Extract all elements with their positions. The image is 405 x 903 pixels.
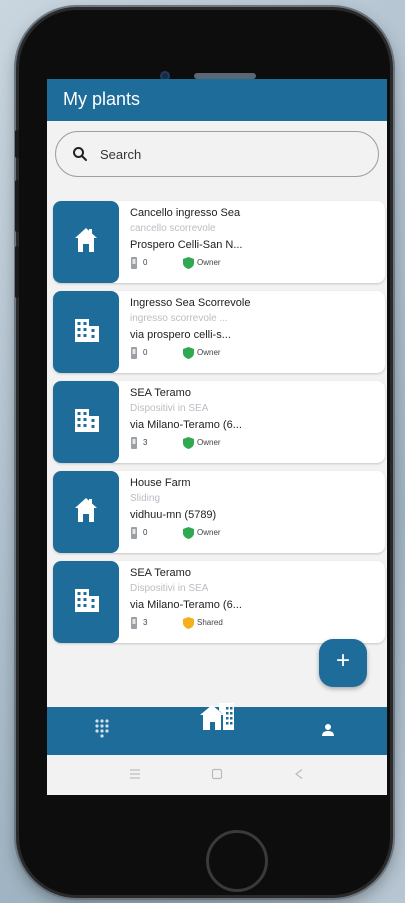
- plant-meta: 3 Owner: [130, 437, 370, 449]
- plant-description: cancello scorrevole: [130, 223, 216, 234]
- plant-meta: 0 Owner: [130, 257, 370, 269]
- plant-meta: 0 Owner: [130, 527, 370, 539]
- search-icon: [73, 147, 87, 161]
- hardware-home-button[interactable]: [206, 830, 268, 892]
- device-count: 3: [143, 618, 148, 627]
- plant-thumbnail: [53, 291, 119, 373]
- role-label: Owner: [197, 438, 221, 447]
- plant-address: Prospero Celli-San N...: [130, 239, 243, 251]
- volume-down-button: [15, 246, 19, 298]
- device-count: 3: [143, 438, 148, 447]
- bottom-navigation: [47, 703, 387, 755]
- plant-description: Dispositivi in SEA: [130, 583, 209, 594]
- plant-thumbnail: [53, 381, 119, 463]
- home-plants-icon[interactable]: [199, 701, 235, 731]
- device-count-icon: [131, 437, 137, 449]
- plant-card[interactable]: SEA Teramo Dispositivi in SEA via Milano…: [53, 561, 385, 643]
- plant-description: ingresso scorrevole ...: [130, 313, 228, 324]
- plant-name: SEA Teramo: [130, 567, 191, 579]
- device-count-icon: [131, 347, 137, 359]
- device-count-icon: [131, 527, 137, 539]
- search-placeholder: Search: [100, 147, 142, 162]
- plant-name: Cancello ingresso Sea: [130, 207, 241, 219]
- page-title: My plants: [63, 89, 141, 109]
- shield-icon: [183, 347, 194, 359]
- app-bar: My plants: [47, 79, 387, 121]
- plant-thumbnail: [53, 201, 119, 283]
- volume-up-button: [15, 180, 19, 232]
- device-count-icon: [131, 617, 137, 629]
- plant-address: via Milano-Teramo (6...: [130, 599, 242, 611]
- shared-icon: [183, 617, 194, 629]
- building-icon: [75, 589, 99, 612]
- system-navigation-bar: [47, 755, 387, 795]
- shield-icon: [183, 437, 194, 449]
- plant-name: SEA Teramo: [130, 387, 191, 399]
- role-label: Shared: [197, 618, 223, 627]
- back-icon[interactable]: [293, 768, 305, 780]
- device-count-icon: [131, 257, 137, 269]
- building-icon: [75, 409, 99, 432]
- plant-card[interactable]: Ingresso Sea Scorrevole ingresso scorrev…: [53, 291, 385, 373]
- role-label: Owner: [197, 258, 221, 267]
- device-count: 0: [143, 258, 148, 267]
- plant-card[interactable]: Cancello ingresso Sea cancello scorrevol…: [53, 201, 385, 283]
- shield-icon: [183, 257, 194, 269]
- search-input[interactable]: Search: [55, 131, 379, 177]
- house-icon: [75, 228, 97, 252]
- device-count: 0: [143, 348, 148, 357]
- plant-meta: 0 Owner: [130, 347, 370, 359]
- shield-icon: [183, 527, 194, 539]
- plant-thumbnail: [53, 561, 119, 643]
- plant-description: Sliding: [130, 493, 161, 504]
- plant-thumbnail: [53, 471, 119, 553]
- plant-meta: 3 Shared: [130, 617, 370, 629]
- role-label: Owner: [197, 528, 221, 537]
- recent-apps-icon[interactable]: [129, 768, 141, 780]
- plant-name: House Farm: [130, 477, 191, 489]
- dialpad-icon[interactable]: [95, 719, 109, 741]
- plant-name: Ingresso Sea Scorrevole: [130, 297, 251, 309]
- device-count: 0: [143, 528, 148, 537]
- building-icon: [75, 319, 99, 342]
- app-screen: My plants Search Cancello ingresso Sea c…: [47, 79, 387, 795]
- add-icon: +: [335, 647, 350, 674]
- person-icon[interactable]: [321, 723, 335, 737]
- home-square-icon[interactable]: [211, 768, 223, 780]
- add-plant-button[interactable]: +: [319, 639, 367, 687]
- plant-address: vidhuu-mn (5789): [130, 509, 217, 521]
- house-icon: [75, 498, 97, 522]
- plant-description: Dispositivi in SEA: [130, 403, 209, 414]
- role-label: Owner: [197, 348, 221, 357]
- plant-card[interactable]: SEA Teramo Dispositivi in SEA via Milano…: [53, 381, 385, 463]
- plant-address: via prospero celli-s...: [130, 329, 231, 341]
- plant-card[interactable]: House Farm Sliding vidhuu-mn (5789) 0 Ow…: [53, 471, 385, 553]
- mute-switch: [15, 130, 19, 158]
- plant-address: via Milano-Teramo (6...: [130, 419, 242, 431]
